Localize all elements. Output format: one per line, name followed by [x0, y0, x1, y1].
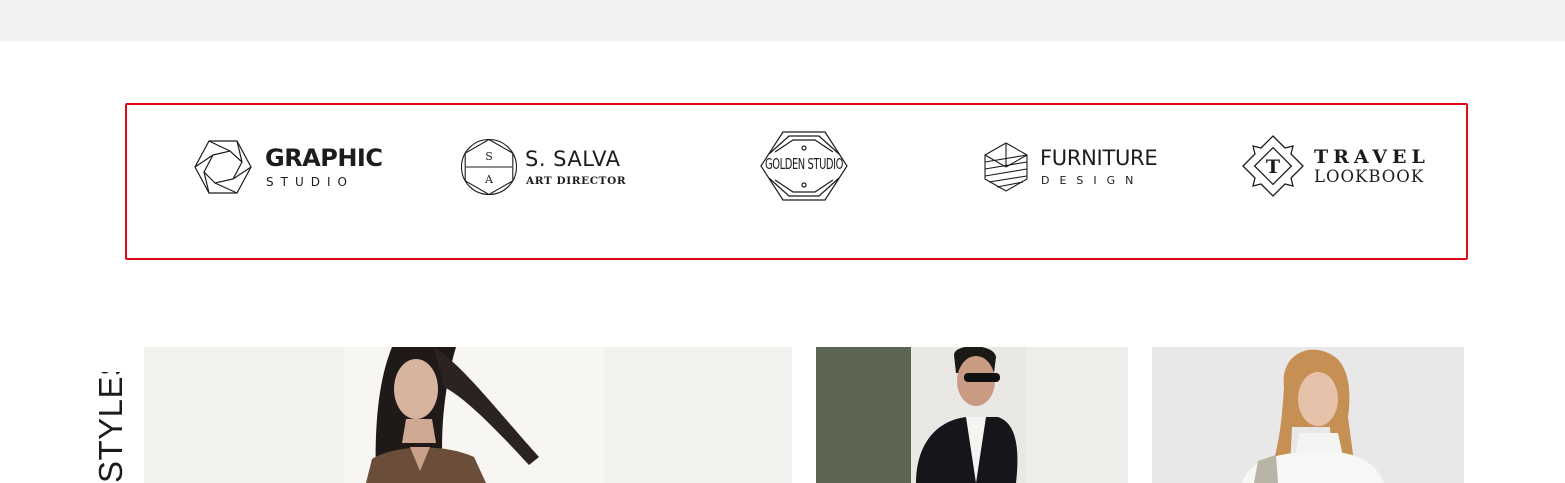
monogram-circle-icon: S A	[460, 138, 518, 196]
hexagon-lens-icon	[194, 140, 252, 194]
section-heading: STYLES	[94, 372, 128, 483]
brand-name: GOLDEN STUDIO	[764, 155, 844, 174]
brand-logo-travel-lookbook[interactable]: T TRAVEL LOOKBOOK	[1241, 134, 1431, 198]
monogram-letter-a: A	[484, 173, 494, 186]
section-heading-text: STYLES	[94, 372, 128, 483]
brand-tagline: STUDIO	[266, 175, 354, 189]
brand-logo-graphic-studio[interactable]: GRAPHIC STUDIO	[191, 138, 383, 196]
diamond-badge-icon: T	[1242, 135, 1304, 197]
brand-logo-golden-studio[interactable]: GOLDEN STUDIO	[759, 130, 849, 202]
brand-name: S. SALVA	[525, 147, 621, 171]
brand-logos-strip: GRAPHIC STUDIO S A S. SALVA ART DIRECTOR	[125, 103, 1468, 260]
monogram-letter-s: S	[485, 150, 493, 163]
brand-logo-s-salva[interactable]: S A S. SALVA ART DIRECTOR	[460, 137, 630, 197]
brand-name: GRAPHIC	[265, 144, 383, 172]
top-bar	[0, 0, 1565, 41]
brand-tagline: LOOKBOOK	[1314, 167, 1425, 186]
photo-woman-white-turtleneck[interactable]	[1152, 347, 1464, 483]
brand-name: FURNITURE	[1040, 146, 1158, 170]
monogram-letter-t: T	[1266, 156, 1280, 178]
brand-tagline: ART DIRECTOR	[526, 175, 627, 187]
striped-cube-icon	[984, 142, 1028, 192]
photo-woman-brown-dress[interactable]	[144, 347, 792, 483]
brand-tagline: DESIGN	[1041, 174, 1144, 187]
brand-logo-furniture-design[interactable]: FURNITURE DESIGN	[983, 141, 1158, 193]
brand-name: TRAVEL	[1314, 146, 1430, 168]
photo-man-black-jacket-sunglasses[interactable]	[816, 347, 1128, 483]
